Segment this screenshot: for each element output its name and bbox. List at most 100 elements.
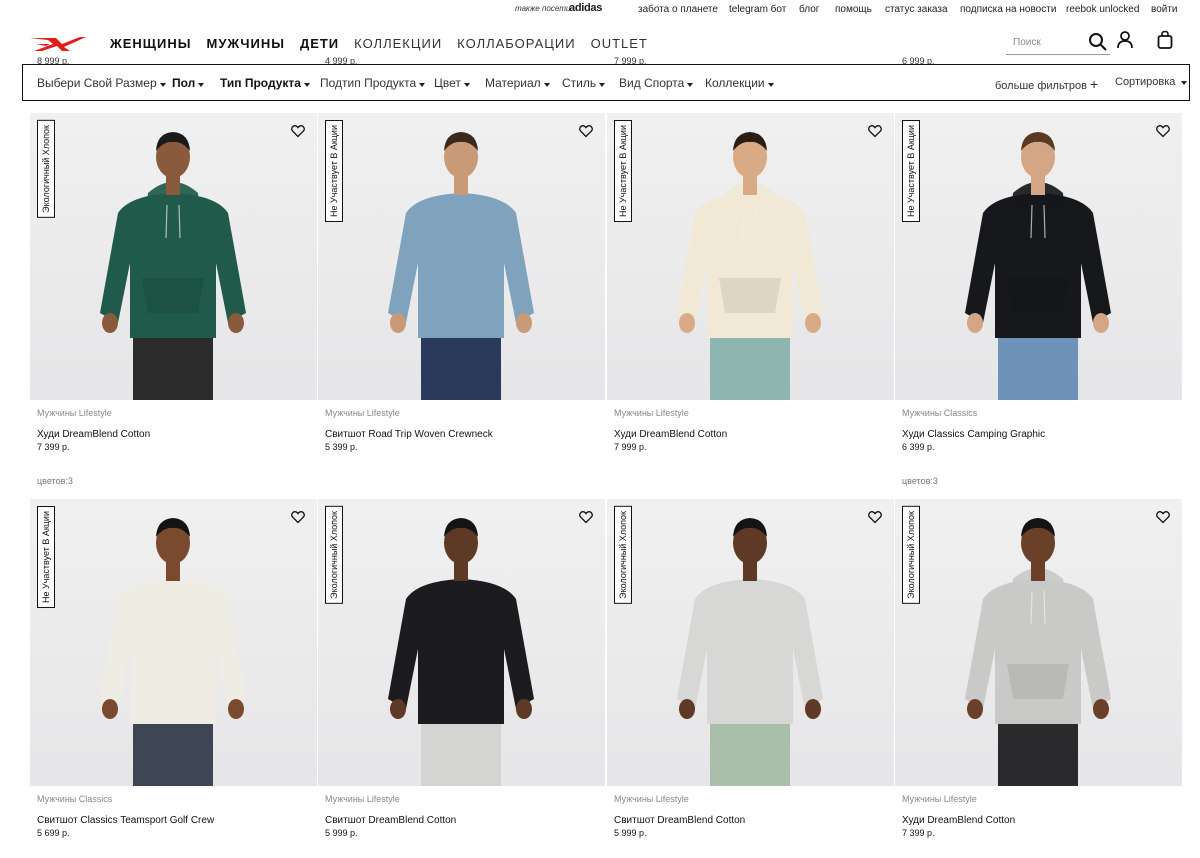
product-category: Мужчины Lifestyle — [37, 408, 112, 418]
product-photo — [965, 518, 1111, 786]
nav-kids[interactable]: ДЕТИ — [300, 36, 339, 51]
product-card[interactable]: Экологичный Хлопок Мужчины Lifestyle Худ… — [30, 113, 317, 486]
product-price: 5 999 р. — [614, 828, 647, 838]
filter-collections[interactable]: Коллекции — [705, 76, 774, 90]
util-link-telegram[interactable]: telegram бот — [729, 4, 786, 15]
product-name[interactable]: Худи DreamBlend Cotton — [614, 429, 727, 440]
filter-product-type[interactable]: Тип Продукта — [220, 76, 310, 90]
util-link-unlocked[interactable]: reebok unlocked — [1066, 4, 1139, 15]
search-icon[interactable] — [1088, 32, 1108, 52]
util-link-blog[interactable]: блог — [799, 4, 819, 15]
product-image[interactable]: Не Участвует В Акции — [318, 113, 605, 400]
product-name[interactable]: Свитшот DreamBlend Cotton — [325, 815, 456, 826]
filter-label: Стиль — [562, 76, 597, 90]
product-name[interactable]: Худи DreamBlend Cotton — [37, 429, 150, 440]
filter-label: Коллекции — [705, 76, 765, 90]
nav-collections[interactable]: КОЛЛЕКЦИИ — [354, 36, 442, 51]
more-filters-label: больше фильтров — [995, 80, 1087, 92]
heart-icon[interactable] — [1156, 510, 1170, 524]
product-name[interactable]: Худи Classics Camping Graphic — [902, 429, 1045, 440]
product-image[interactable]: Не Участвует В Акции — [895, 113, 1182, 400]
product-card[interactable]: Экологичный Хлопок Мужчины Lifestyle Сви… — [607, 499, 894, 838]
filter-sport[interactable]: Вид Спорта — [619, 76, 694, 90]
product-name[interactable]: Свитшот Classics Teamsport Golf Crew — [37, 815, 214, 826]
ghost-price: 7 999 р. — [614, 56, 647, 64]
product-price: 5 999 р. — [325, 828, 358, 838]
filter-style[interactable]: Стиль — [562, 76, 606, 90]
more-filters-button[interactable]: больше фильтров + — [995, 76, 1098, 92]
util-link-order-status[interactable]: статус заказа — [885, 4, 948, 15]
util-link-newsletter[interactable]: подписка на новости — [960, 4, 1056, 15]
plus-icon: + — [1090, 76, 1099, 92]
filter-gender[interactable]: Пол — [172, 76, 205, 90]
product-price: 6 399 р. — [902, 442, 935, 452]
product-category: Мужчины Classics — [902, 408, 978, 418]
filter-color[interactable]: Цвет — [434, 76, 470, 90]
chevron-down-icon — [767, 83, 774, 87]
ghost-price: 6 999 р. — [902, 56, 935, 64]
product-photo — [388, 132, 534, 400]
ghost-price: 8 999 р. — [37, 56, 70, 64]
nav-outlet[interactable]: OUTLET — [591, 36, 648, 51]
product-badge: Экологичный Хлопок — [37, 120, 55, 218]
product-card[interactable]: Не Участвует В Акции Мужчины Lifestyle Х… — [607, 113, 894, 452]
product-category: Мужчины Lifestyle — [325, 794, 400, 804]
adidas-link[interactable]: adidas — [569, 2, 602, 14]
product-name[interactable]: Худи DreamBlend Cotton — [902, 815, 1015, 826]
heart-icon[interactable] — [1156, 124, 1170, 138]
product-image[interactable]: Не Участвует В Акции — [30, 499, 317, 786]
product-card[interactable]: Экологичный Хлопок Мужчины Lifestyle Сви… — [318, 499, 605, 838]
heart-icon[interactable] — [868, 124, 882, 138]
nav-women[interactable]: ЖЕНЩИНЫ — [110, 36, 192, 51]
chevron-down-icon — [1181, 81, 1188, 85]
product-name[interactable]: Свитшот DreamBlend Cotton — [614, 815, 745, 826]
product-badge: Не Участвует В Акции — [902, 120, 920, 223]
product-price: 5 699 р. — [37, 828, 70, 838]
filter-label: Тип Продукта — [220, 76, 301, 90]
nav-men[interactable]: МУЖЧИНЫ — [207, 36, 285, 51]
sort-dropdown[interactable]: Сортировка — [1115, 76, 1188, 88]
filter-material[interactable]: Материал — [485, 76, 550, 90]
filter-label: Выбери Свой Размер — [37, 76, 157, 90]
product-badge: Не Участвует В Акции — [325, 120, 343, 223]
product-photo — [677, 132, 823, 400]
util-link-help[interactable]: помощь — [835, 4, 872, 15]
filter-label: Пол — [172, 76, 196, 90]
product-card[interactable]: Экологичный Хлопок Мужчины Lifestyle Худ… — [895, 499, 1182, 838]
filter-size[interactable]: Выбери Свой Размер — [37, 76, 166, 90]
product-image[interactable]: Экологичный Хлопок — [895, 499, 1182, 786]
filter-label: Цвет — [434, 76, 461, 90]
heart-icon[interactable] — [579, 124, 593, 138]
filter-product-subtype[interactable]: Подтип Продукта — [320, 76, 426, 90]
product-colors[interactable]: цветов:3 — [37, 476, 73, 486]
product-category: Мужчины Lifestyle — [614, 408, 689, 418]
reebok-logo-icon[interactable] — [28, 35, 88, 53]
chevron-down-icon — [687, 83, 694, 87]
user-icon[interactable] — [1115, 30, 1135, 50]
heart-icon[interactable] — [868, 510, 882, 524]
product-image[interactable]: Экологичный Хлопок — [318, 499, 605, 786]
product-name[interactable]: Свитшот Road Trip Woven Crewneck — [325, 429, 493, 440]
util-link-planet[interactable]: забота о планете — [638, 4, 718, 15]
search-input[interactable] — [1006, 31, 1084, 53]
heart-icon[interactable] — [579, 510, 593, 524]
product-colors[interactable]: цветов:3 — [902, 476, 938, 486]
bag-icon[interactable] — [1155, 30, 1175, 50]
product-badge: Экологичный Хлопок — [902, 506, 920, 604]
heart-icon[interactable] — [291, 124, 305, 138]
product-price: 7 399 р. — [902, 828, 935, 838]
product-photo — [388, 518, 534, 786]
product-photo — [100, 132, 246, 400]
product-card[interactable]: Не Участвует В Акции Мужчины Classics Ху… — [895, 113, 1182, 486]
nav-collabs[interactable]: КОЛЛАБОРАЦИИ — [457, 36, 575, 51]
product-card[interactable]: Не Участвует В Акции Мужчины Classics Св… — [30, 499, 317, 838]
product-image[interactable]: Не Участвует В Акции — [607, 113, 894, 400]
product-image[interactable]: Экологичный Хлопок — [30, 113, 317, 400]
product-image[interactable]: Экологичный Хлопок — [607, 499, 894, 786]
product-card[interactable]: Не Участвует В Акции Мужчины Lifestyle С… — [318, 113, 605, 452]
sort-label: Сортировка — [1115, 76, 1176, 88]
heart-icon[interactable] — [291, 510, 305, 524]
utility-bar: также посети adidas забота о планете tel… — [0, 0, 1200, 20]
util-link-login[interactable]: войти — [1151, 4, 1178, 15]
main-nav: ЖЕНЩИНЫ МУЖЧИНЫ ДЕТИ КОЛЛЕКЦИИ КОЛЛАБОРА… — [110, 36, 663, 51]
